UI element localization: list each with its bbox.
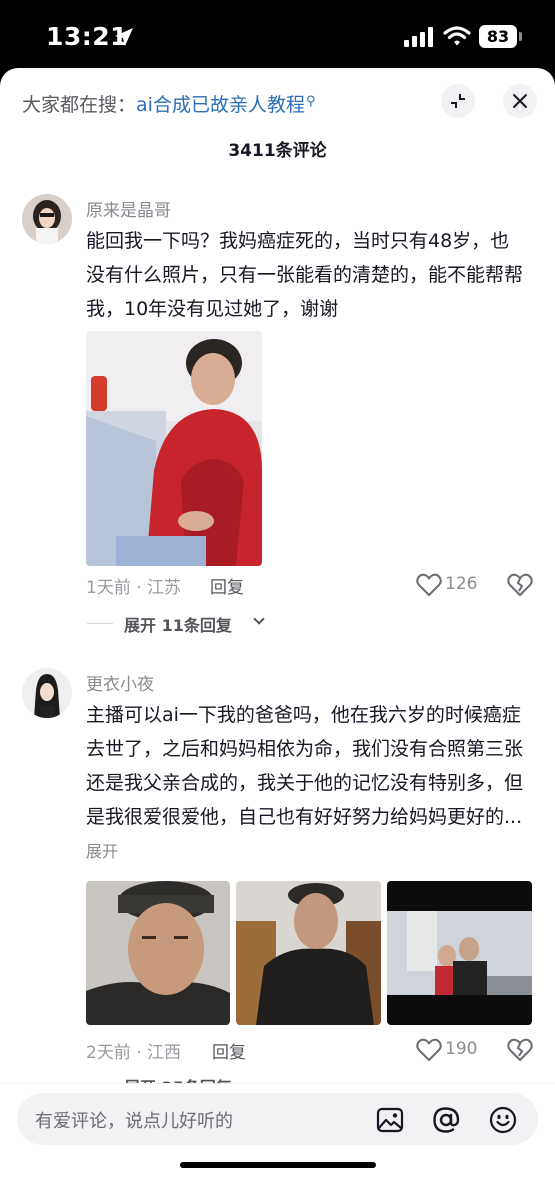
comment-text: 能回我一下吗？我妈癌症死的，当时只有48岁，也没有什么照片，只有一张能看的清楚的… bbox=[86, 230, 524, 320]
comment-count: 3411条评论 bbox=[228, 141, 327, 161]
signal-icon bbox=[404, 27, 433, 47]
battery-tip bbox=[519, 32, 522, 41]
expand-button[interactable] bbox=[441, 84, 475, 118]
comment-time-location: 2天前 · 江西 bbox=[86, 1043, 182, 1063]
expand-replies-label: 展开 11条回复 bbox=[124, 616, 232, 635]
comments-sheet: 大家都在搜：ai合成已故亲人教程⚲ 3411条评论 原来是晶哥 能回我一下吗？我… bbox=[0, 68, 555, 1200]
avatar[interactable] bbox=[22, 668, 72, 718]
status-bar: 13:21 83 bbox=[0, 0, 555, 70]
heart-icon[interactable] bbox=[416, 573, 442, 597]
close-button[interactable] bbox=[503, 84, 537, 118]
comment-photo[interactable] bbox=[387, 881, 532, 1025]
search-suggestion-keyword[interactable]: ai合成已故亲人教程 bbox=[136, 94, 305, 116]
location-arrow-icon bbox=[115, 28, 133, 46]
expand-replies-button[interactable]: 展开 11条回复 bbox=[87, 612, 387, 636]
comment-input[interactable]: 有爱评论，说点儿好听的 bbox=[17, 1093, 538, 1145]
battery-indicator: 83 bbox=[479, 25, 517, 48]
at-icon[interactable] bbox=[432, 1106, 460, 1134]
search-icon: ⚲ bbox=[305, 94, 316, 109]
comment-photo[interactable] bbox=[86, 331, 262, 566]
expand-icon bbox=[451, 94, 465, 108]
image-icon[interactable] bbox=[376, 1106, 404, 1134]
reply-button[interactable]: 回复 bbox=[212, 1038, 246, 1063]
avatar[interactable] bbox=[22, 194, 72, 244]
chevron-down-icon bbox=[253, 613, 265, 625]
comment-photo[interactable] bbox=[236, 881, 381, 1025]
home-indicator bbox=[180, 1162, 376, 1168]
comment-time-location: 1天前 · 江苏 bbox=[86, 578, 182, 598]
wifi-icon bbox=[443, 26, 471, 46]
dislike-icon[interactable] bbox=[507, 1038, 533, 1062]
dislike-icon[interactable] bbox=[507, 573, 533, 597]
comment-input-bar: 有爱评论，说点儿好听的 bbox=[0, 1083, 555, 1200]
like-count: 190 bbox=[445, 1039, 478, 1059]
search-suggestion[interactable]: 大家都在搜：ai合成已故亲人教程⚲ bbox=[22, 90, 315, 117]
reply-button[interactable]: 回复 bbox=[210, 573, 244, 598]
emoji-icon[interactable] bbox=[489, 1106, 517, 1134]
comment-text-content: 主播可以ai一下我的爸爸吗，他在我六岁的时候癌症去世了，之后和妈妈相依为命，我们… bbox=[86, 704, 524, 828]
comment-username[interactable]: 更衣小夜 bbox=[86, 670, 154, 695]
expand-text-link[interactable]: 展开 bbox=[86, 842, 118, 861]
heart-icon[interactable] bbox=[416, 1038, 442, 1062]
close-icon bbox=[513, 94, 527, 108]
search-suggestion-prefix: 大家都在搜： bbox=[22, 94, 137, 116]
comment-username[interactable]: 原来是晶哥 bbox=[86, 196, 171, 221]
comment-photo[interactable] bbox=[86, 881, 230, 1025]
comment-text: 主播可以ai一下我的爸爸吗，他在我六岁的时候癌症去世了，之后和妈妈相依为命，我们… bbox=[86, 698, 526, 869]
comment-input-placeholder: 有爱评论，说点儿好听的 bbox=[35, 1111, 233, 1132]
like-count: 126 bbox=[445, 574, 478, 594]
